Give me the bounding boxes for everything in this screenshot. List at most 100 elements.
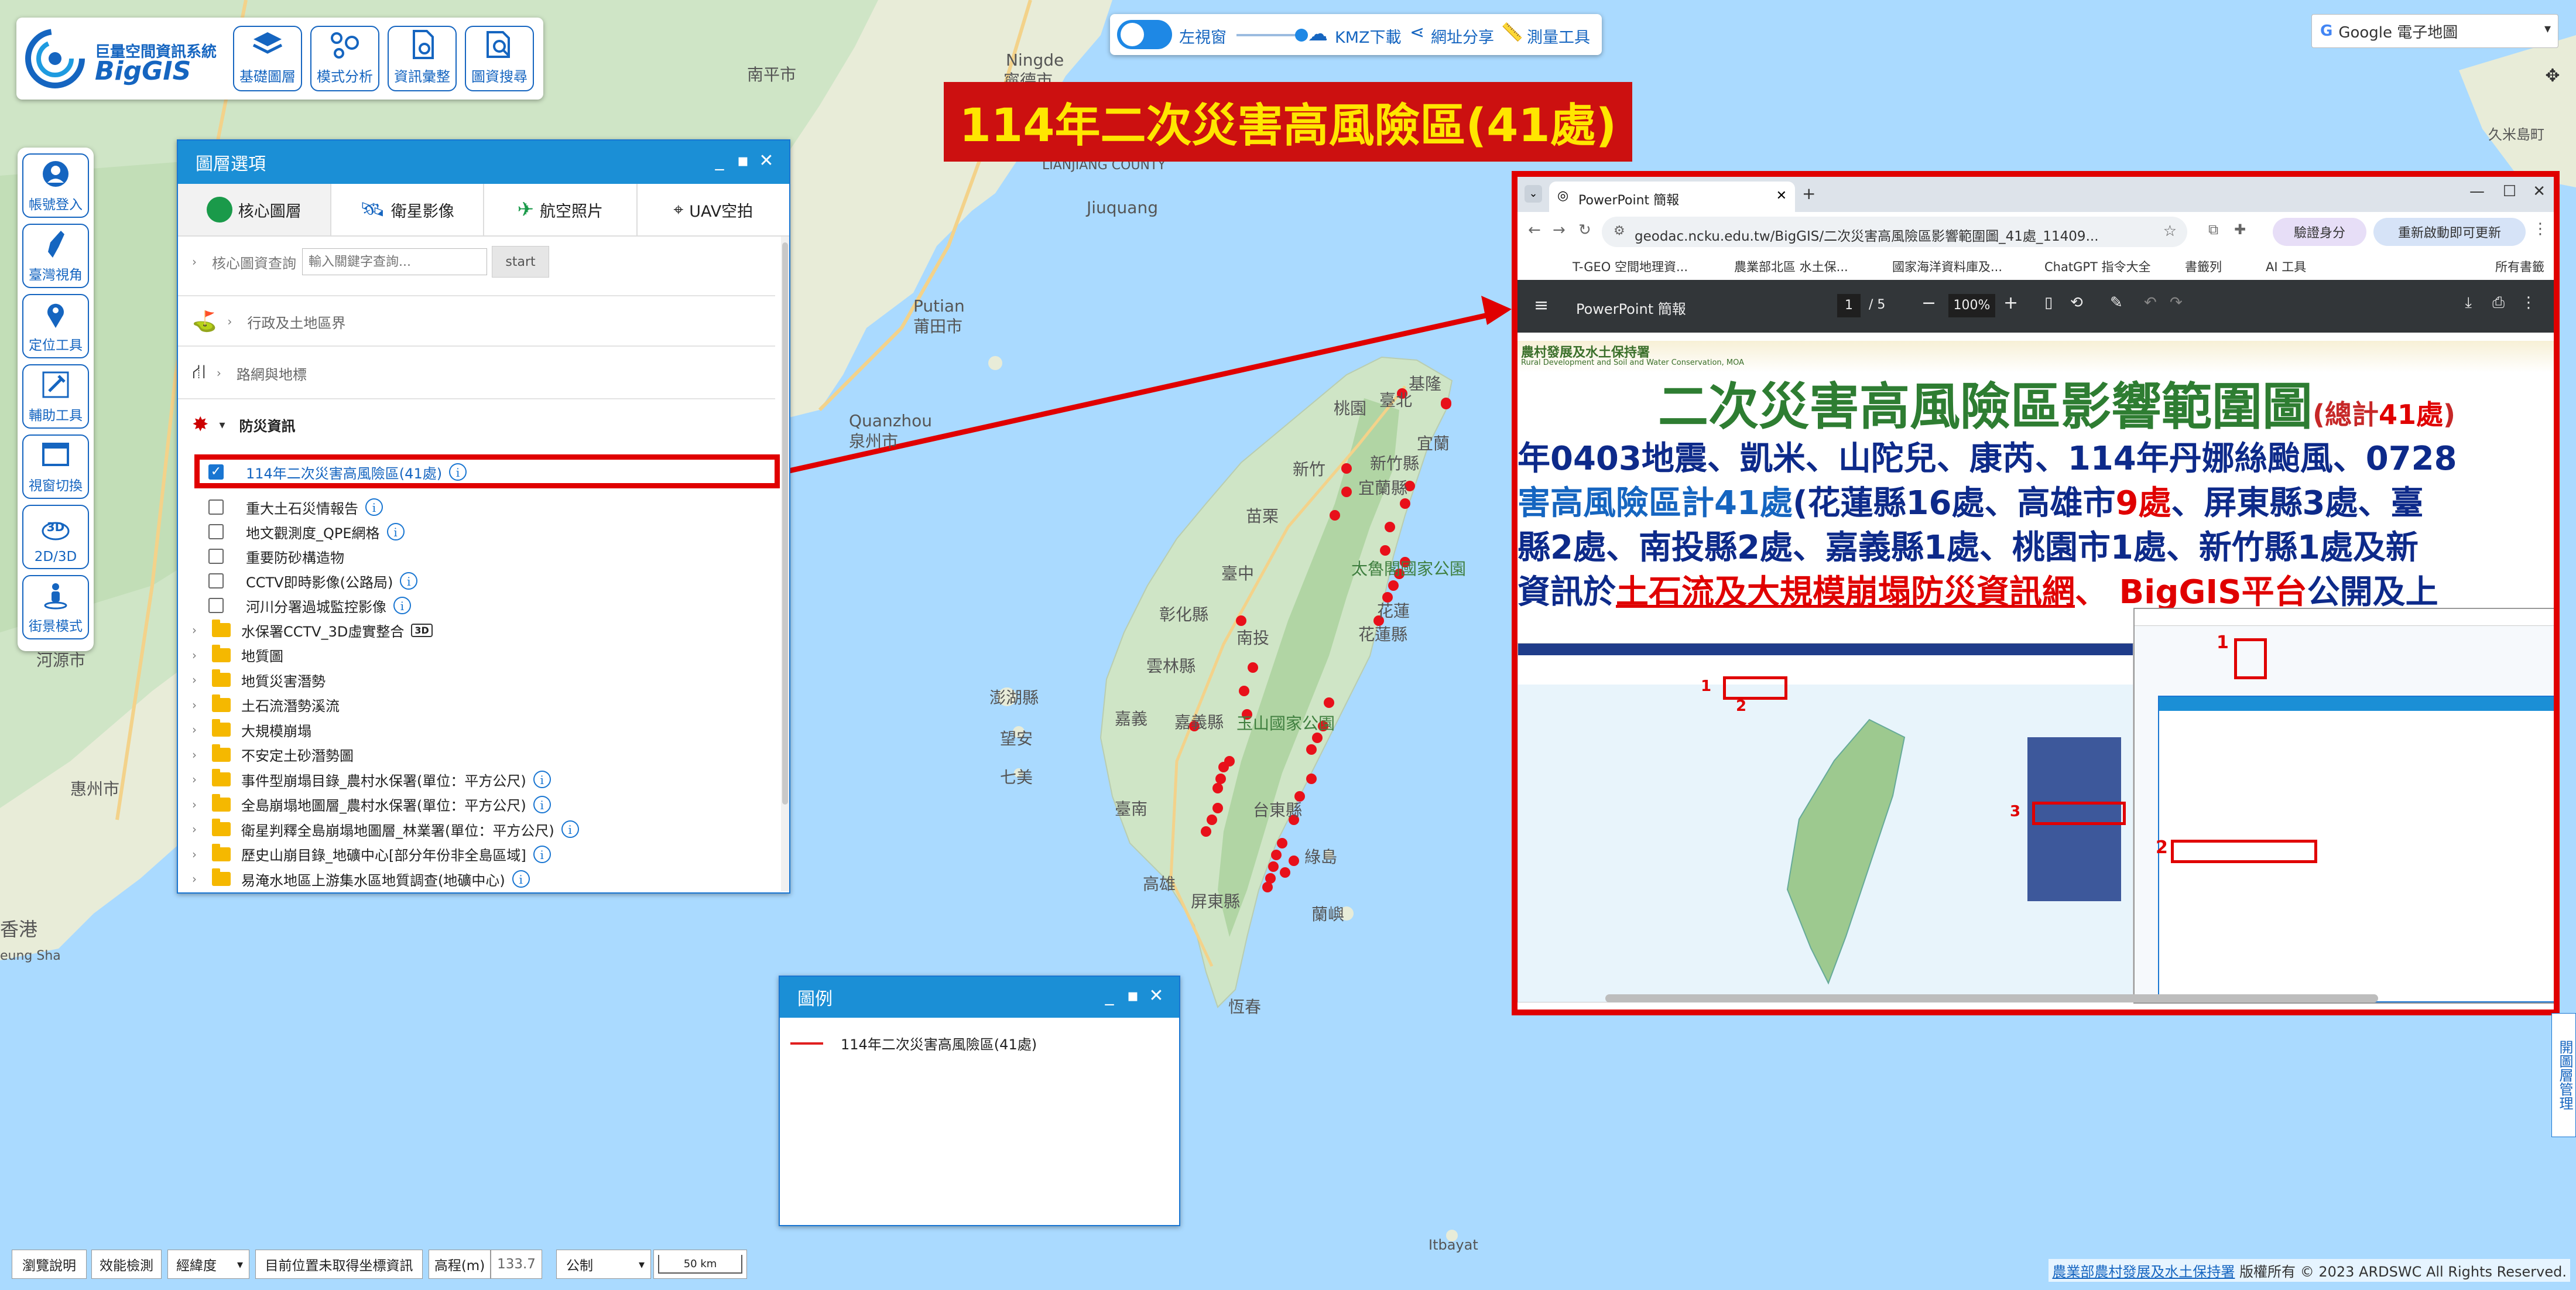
login-button[interactable]: 帳號登入: [22, 153, 89, 218]
update-button[interactable]: 重新啟動即可更新: [2373, 218, 2526, 246]
panel-titlebar[interactable]: 圖層選項 _ ▪ ✕: [178, 141, 789, 184]
layer-folder[interactable]: › 地質災害潛勢: [192, 669, 789, 690]
bookmark-item[interactable]: T-GEO 空間地理資...: [1573, 258, 1688, 275]
bookmark-item[interactable]: AI 工具: [2266, 258, 2306, 275]
close-tab-icon[interactable]: ✕: [1776, 189, 1787, 203]
bookmark-item[interactable]: 國家海洋資料庫及...: [1892, 258, 2002, 275]
all-bookmarks[interactable]: 所有書籤: [2495, 258, 2544, 275]
checkbox[interactable]: [208, 549, 224, 564]
hamburger-icon[interactable]: ≡: [1534, 295, 1549, 316]
info-icon[interactable]: i: [393, 597, 411, 614]
left-view-toggle[interactable]: [1117, 20, 1172, 49]
reload-icon[interactable]: ↻: [1578, 221, 1591, 239]
risk-area-marker[interactable]: [1441, 398, 1451, 408]
tab-core-layers[interactable]: 核心圖層: [178, 184, 331, 235]
info-icon[interactable]: i: [561, 820, 579, 838]
info-icon[interactable]: i: [533, 845, 551, 863]
minimize-icon[interactable]: _: [1101, 987, 1118, 1005]
measure-tool-button[interactable]: 測量工具: [1527, 25, 1590, 47]
share-url-button[interactable]: 網址分享: [1431, 25, 1494, 47]
layer-item[interactable]: 河川分署過城監控影像 i: [208, 595, 806, 616]
maximize-icon[interactable]: ▪: [734, 152, 752, 170]
close-window-icon[interactable]: ✕: [2533, 183, 2546, 200]
risk-area-marker[interactable]: [1207, 815, 1217, 825]
extension-icon[interactable]: ⧉: [2208, 221, 2218, 238]
unit-select[interactable]: 公制 ▾: [556, 1250, 651, 1279]
risk-area-marker[interactable]: [1306, 774, 1317, 784]
checkbox[interactable]: [208, 573, 224, 588]
street-view-button[interactable]: 街景模式: [22, 575, 89, 639]
risk-area-marker[interactable]: [1306, 744, 1317, 755]
biggis-logo[interactable]: 巨量空間資訊系統 BigGIS: [25, 26, 224, 91]
info-icon[interactable]: i: [365, 498, 383, 516]
risk-area-marker[interactable]: [1218, 762, 1229, 772]
zoom-input[interactable]: 100%: [1948, 294, 1995, 317]
legend-titlebar[interactable]: 圖例 _ ▪ ✕: [780, 977, 1179, 1018]
group-road-network[interactable]: ⛙ › 路網與地標: [192, 355, 789, 391]
risk-area-marker[interactable]: [1400, 498, 1410, 509]
locate-tool-button[interactable]: 定位工具: [22, 294, 89, 358]
model-analysis-button[interactable]: 模式分析: [310, 26, 379, 91]
redo-icon[interactable]: ↷: [2170, 294, 2183, 312]
helper-tool-button[interactable]: 輔助工具: [22, 364, 89, 429]
search-input[interactable]: [302, 248, 487, 275]
search-start-button[interactable]: start: [492, 246, 549, 278]
tab-uav[interactable]: ⌖ UAV空拍: [638, 184, 790, 235]
maximize-window-icon[interactable]: ☐: [2503, 183, 2516, 200]
layer-manager-side-tab[interactable]: 開圖層管理: [2551, 1013, 2576, 1137]
info-icon[interactable]: i: [400, 572, 418, 590]
risk-area-marker[interactable]: [1248, 662, 1258, 673]
basemap-layers-button[interactable]: 基礎圖層: [233, 26, 302, 91]
risk-area-marker[interactable]: [1330, 510, 1340, 521]
layer-folder[interactable]: › 土石流潛勢溪流: [192, 694, 789, 716]
layer-folder[interactable]: › 易淹水地區上游集水區地質調查(地礦中心) i: [192, 868, 789, 889]
site-info-icon[interactable]: ⚙: [1614, 224, 1625, 238]
layer-item[interactable]: 重大土石災情報告 i: [208, 497, 806, 518]
tab-menu-icon[interactable]: ⌄: [1525, 185, 1542, 203]
layer-folder[interactable]: › 事件型崩塌目錄_農村水保署(單位：平方公尺) i: [192, 769, 789, 790]
layer-folder[interactable]: › 不安定土砂潛勢圖: [192, 744, 789, 765]
2d-3d-toggle-button[interactable]: 3D 2D/3D: [22, 505, 89, 569]
risk-area-marker[interactable]: [1271, 850, 1282, 860]
checkbox-checked[interactable]: ✓: [208, 464, 224, 480]
download-icon[interactable]: ⤓: [2465, 294, 2472, 312]
fit-page-icon[interactable]: ▯: [2044, 294, 2053, 312]
info-icon[interactable]: i: [533, 771, 551, 788]
bookmark-star-icon[interactable]: ☆: [2163, 223, 2177, 240]
group-admin-boundary[interactable]: ⛳ › 行政及土地區界: [192, 303, 789, 340]
zoom-in-icon[interactable]: +: [2003, 293, 2018, 313]
bookmark-item[interactable]: ChatGPT 指令大全: [2044, 258, 2151, 275]
compass-icon[interactable]: ✥: [2541, 66, 2564, 89]
window-switch-button[interactable]: 視窗切換: [22, 434, 89, 499]
checkbox[interactable]: [208, 499, 224, 515]
info-icon[interactable]: i: [533, 795, 551, 813]
checkbox[interactable]: [208, 524, 224, 539]
opacity-slider[interactable]: [1236, 29, 1308, 42]
print-icon[interactable]: ⎙: [2492, 294, 2505, 312]
layer-folder[interactable]: › 地質圖: [192, 644, 789, 666]
risk-area-marker[interactable]: [1212, 783, 1223, 793]
kmz-download-button[interactable]: KMZ下載: [1335, 25, 1402, 47]
layer-folder[interactable]: › 大規模崩塌: [192, 719, 789, 740]
info-icon[interactable]: i: [386, 523, 405, 540]
layer-item[interactable]: 重要防砂構造物: [208, 546, 806, 567]
checkbox[interactable]: [208, 598, 224, 613]
horizontal-scrollbar[interactable]: [1605, 994, 2378, 1002]
info-icon[interactable]: i: [449, 463, 467, 481]
layer-item[interactable]: 地文觀測度_QPE網格 i: [208, 521, 806, 542]
risk-area-marker[interactable]: [1239, 686, 1249, 696]
coord-type-select[interactable]: 經緯度 ▾: [167, 1250, 249, 1279]
help-button[interactable]: 瀏覽說明: [12, 1250, 87, 1279]
map-search-button[interactable]: 圖資搜尋: [465, 26, 534, 91]
layer-folder[interactable]: › 歷史山崩目錄_地礦中心[部分年份非全島區域] i: [192, 843, 789, 865]
risk-area-marker[interactable]: [1215, 774, 1226, 784]
taiwan-view-button[interactable]: 臺灣視角: [22, 224, 89, 288]
rotate-icon[interactable]: ⟲: [2070, 294, 2083, 312]
slider-thumb[interactable]: [1295, 29, 1308, 42]
profile-button[interactable]: 驗證身分: [2273, 218, 2366, 246]
layer-folder[interactable]: › 水保署CCTV_3D虛實整合 3D: [192, 620, 789, 641]
tab-aerial[interactable]: ✈ 航空照片: [484, 184, 638, 235]
minimize-icon[interactable]: _: [711, 152, 728, 170]
layer-item-secondary-hazard[interactable]: ✓ 114年二次災害高風險區(41處) i: [208, 461, 806, 483]
risk-area-marker[interactable]: [1388, 580, 1399, 591]
